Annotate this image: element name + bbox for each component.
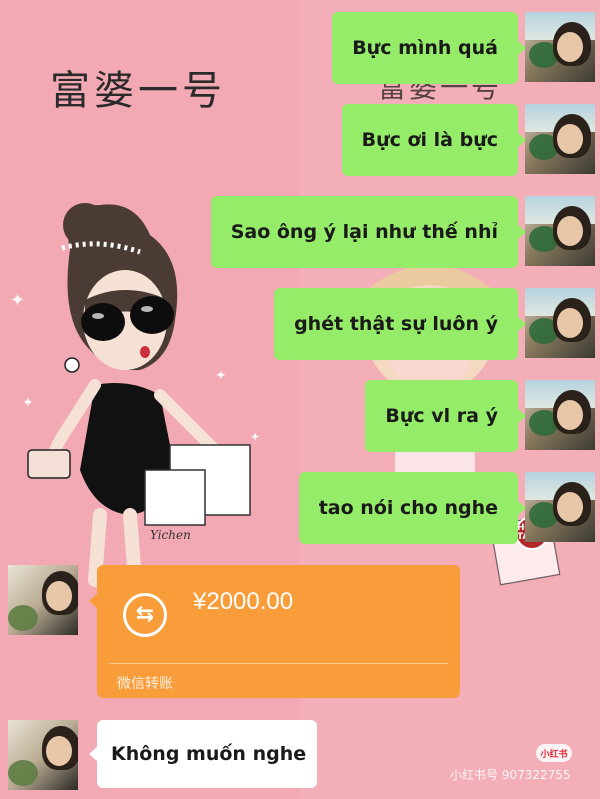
- money-transfer-card[interactable]: ⇆ ¥2000.00 微信转账: [89, 565, 460, 698]
- sparkle-icon: ✦: [250, 430, 261, 444]
- sender-avatar[interactable]: [525, 380, 595, 450]
- sent-message-bubble[interactable]: Sao ông ý lại như thế nhỉ: [210, 196, 527, 268]
- sent-message-bubble[interactable]: Bực mình quá: [332, 12, 526, 84]
- xiaohongshu-logo: 小红书: [536, 744, 572, 762]
- sent-message-bubble[interactable]: tao nói cho nghe: [298, 472, 527, 544]
- received-message-bubble[interactable]: Không muốn nghe: [89, 720, 317, 788]
- sparkle-icon: ✦: [215, 368, 227, 384]
- artist-signature: Yichen: [150, 528, 191, 542]
- sent-message-bubble[interactable]: Bực ơi là bực: [341, 104, 527, 176]
- background-title-left: 富婆一号: [50, 68, 226, 114]
- sent-message-bubble[interactable]: ghét thật sự luôn ý: [274, 288, 526, 360]
- sender-avatar[interactable]: [525, 104, 595, 174]
- transfer-label: 微信转账: [117, 676, 173, 692]
- sender-avatar[interactable]: [525, 12, 595, 82]
- sparkle-icon: ✦: [10, 290, 26, 311]
- receiver-avatar[interactable]: [8, 720, 78, 790]
- transfer-arrows-icon: ⇆: [123, 593, 167, 637]
- sparkle-icon: ✦: [22, 395, 34, 411]
- transfer-amount: ¥2000.00: [193, 588, 294, 615]
- watermark-text: 小红书号 907322755: [450, 768, 571, 782]
- transfer-divider: [109, 663, 448, 664]
- receiver-avatar[interactable]: [8, 565, 78, 635]
- sender-avatar[interactable]: [525, 288, 595, 358]
- sender-avatar[interactable]: [525, 196, 595, 266]
- sender-avatar[interactable]: [525, 472, 595, 542]
- sent-message-bubble[interactable]: Bực vl ra ý: [365, 380, 526, 452]
